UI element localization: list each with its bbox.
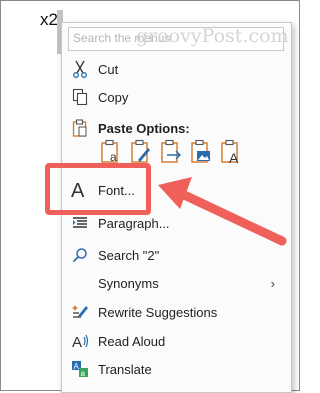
keep-source-formatting-icon[interactable]: a — [100, 139, 122, 165]
rewrite-icon — [70, 302, 90, 322]
clipboard-icon — [70, 118, 90, 138]
menu-item-cut[interactable]: Cut — [62, 57, 291, 81]
merge-formatting-icon[interactable] — [130, 139, 152, 165]
svg-text:A: A — [229, 150, 239, 165]
copy-icon — [70, 87, 90, 107]
paste-options-header: Paste Options: — [62, 116, 291, 140]
menu-item-label: Synonyms — [98, 275, 159, 291]
keep-text-only-icon[interactable] — [190, 139, 212, 165]
paste-options-label: Paste Options: — [98, 120, 190, 136]
search-icon — [70, 245, 90, 265]
translate-icon: Aa — [70, 359, 90, 379]
menu-item-label: Cut — [98, 61, 119, 77]
menu-item-synonyms[interactable]: Synonyms › — [62, 271, 291, 295]
svg-text:A: A — [72, 334, 82, 350]
svg-text:a: a — [81, 369, 86, 378]
menu-item-label: Read Aloud — [98, 333, 166, 349]
menu-item-copy[interactable]: Copy — [62, 85, 291, 109]
groovypost-watermark: groovyPost.com — [136, 25, 289, 47]
document-text: x2 — [40, 10, 58, 29]
menu-item-label: Translate — [98, 361, 152, 377]
text-paste-icon[interactable]: A — [220, 139, 242, 166]
scissors-icon — [70, 59, 90, 79]
menu-item-read-aloud[interactable]: A Read Aloud — [62, 329, 291, 353]
menu-item-label: Rewrite Suggestions — [98, 304, 218, 320]
menu-item-label: Copy — [98, 89, 129, 105]
svg-text:a: a — [110, 150, 117, 164]
pointer-arrow — [158, 177, 287, 246]
chevron-right-icon: › — [270, 275, 275, 291]
font-highlight-box — [45, 163, 151, 215]
svg-text:A: A — [74, 362, 80, 371]
menu-item-rewrite-suggestions[interactable]: Rewrite Suggestions — [62, 300, 291, 324]
paragraph-icon — [70, 213, 90, 233]
read-aloud-icon: A — [70, 331, 90, 351]
picture-paste-icon[interactable] — [160, 139, 182, 165]
menu-item-translate[interactable]: Aa Translate — [62, 357, 291, 381]
